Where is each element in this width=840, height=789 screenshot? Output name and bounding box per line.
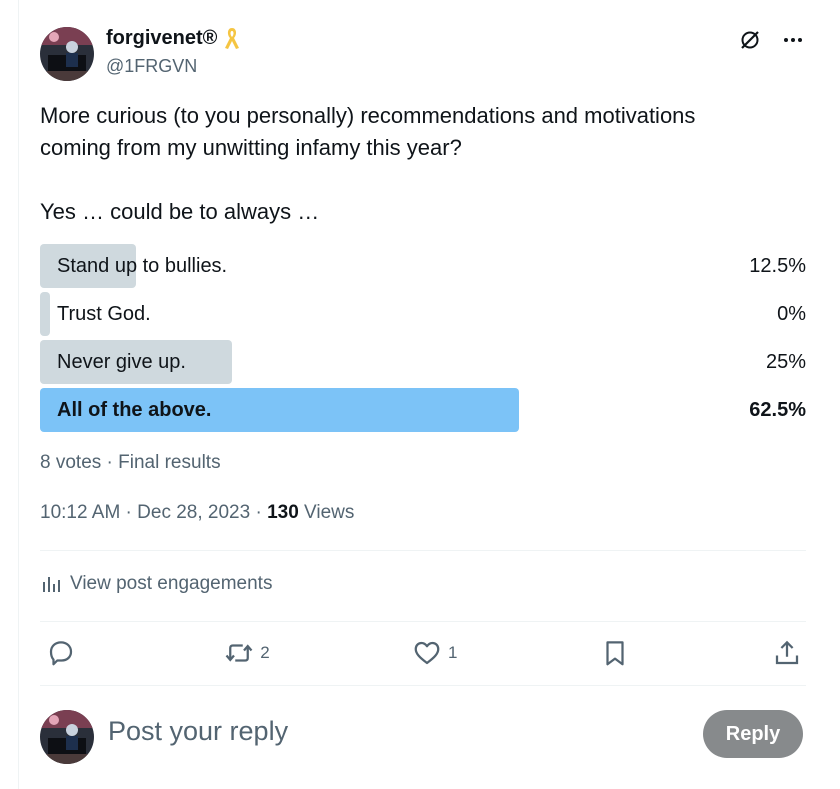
poll-option-percent: 0% (777, 302, 806, 325)
poll-option: Stand up to bullies. 12.5% (40, 244, 806, 288)
poll-option-label: Trust God. (57, 302, 151, 325)
poll-option-label: All of the above. (57, 398, 212, 421)
awareness-ribbon-icon (222, 26, 242, 50)
grok-icon[interactable] (738, 28, 762, 52)
like-count: 1 (448, 643, 458, 662)
bookmark-icon (600, 638, 630, 668)
poll-option-percent: 25% (765, 350, 806, 373)
post-text: More curious (to you personally) recomme… (40, 100, 810, 228)
divider (40, 621, 806, 622)
repost-action[interactable]: 2 (224, 638, 270, 668)
reply-button[interactable]: Reply (703, 710, 803, 758)
views-label: Views (298, 502, 355, 523)
analytics-icon (40, 573, 62, 595)
view-engagements-link[interactable]: View post engagements (40, 573, 272, 595)
engagements-label: View post engagements (70, 573, 273, 594)
reply-icon (46, 638, 76, 668)
author-handle[interactable]: @1FRGVN (106, 56, 197, 77)
divider (40, 550, 806, 551)
heart-icon (412, 638, 442, 668)
repost-icon (224, 638, 254, 668)
author-avatar[interactable] (40, 27, 94, 81)
current-user-avatar[interactable] (40, 710, 94, 764)
poll-summary: 8 votes · Final results (40, 452, 221, 473)
bookmark-action[interactable] (600, 638, 630, 668)
poll-option: Trust God. 0% (40, 292, 806, 336)
poll-option: Never give up. 25% (40, 340, 806, 384)
views-count: 130 (267, 502, 299, 523)
post-time[interactable]: 10:12 AM · Dec 28, 2023 · (40, 502, 267, 523)
divider (40, 685, 806, 686)
post-text-line: More curious (to you personally) recomme… (40, 103, 696, 128)
repost-count: 2 (260, 643, 270, 662)
share-action[interactable] (772, 638, 802, 668)
more-options-icon[interactable] (782, 29, 804, 51)
top-actions (738, 28, 804, 52)
display-name[interactable]: forgivenet® (106, 27, 217, 50)
action-bar: 2 1 (46, 638, 802, 668)
poll-option: All of the above. 62.5% (40, 388, 806, 432)
post-timestamp: 10:12 AM · Dec 28, 2023 · 130 Views (40, 502, 354, 524)
poll-option-percent: 12.5% (749, 254, 806, 277)
like-action[interactable]: 1 (412, 638, 457, 668)
poll-option-label: Never give up. (57, 350, 186, 373)
post-text-line: coming from my unwitting infamy this yea… (40, 135, 462, 160)
poll-option-label: Stand up to bullies. (57, 254, 228, 277)
post-text-line: Yes … could be to always … (40, 199, 320, 224)
reply-input[interactable]: Post your reply (108, 716, 288, 747)
poll-option-percent: 62.5% (749, 398, 806, 421)
author-name-row: forgivenet® (106, 26, 242, 50)
poll: Stand up to bullies. 12.5% Trust God. 0% Nev… (40, 244, 806, 436)
share-icon (772, 638, 802, 668)
reply-action[interactable] (46, 638, 82, 668)
